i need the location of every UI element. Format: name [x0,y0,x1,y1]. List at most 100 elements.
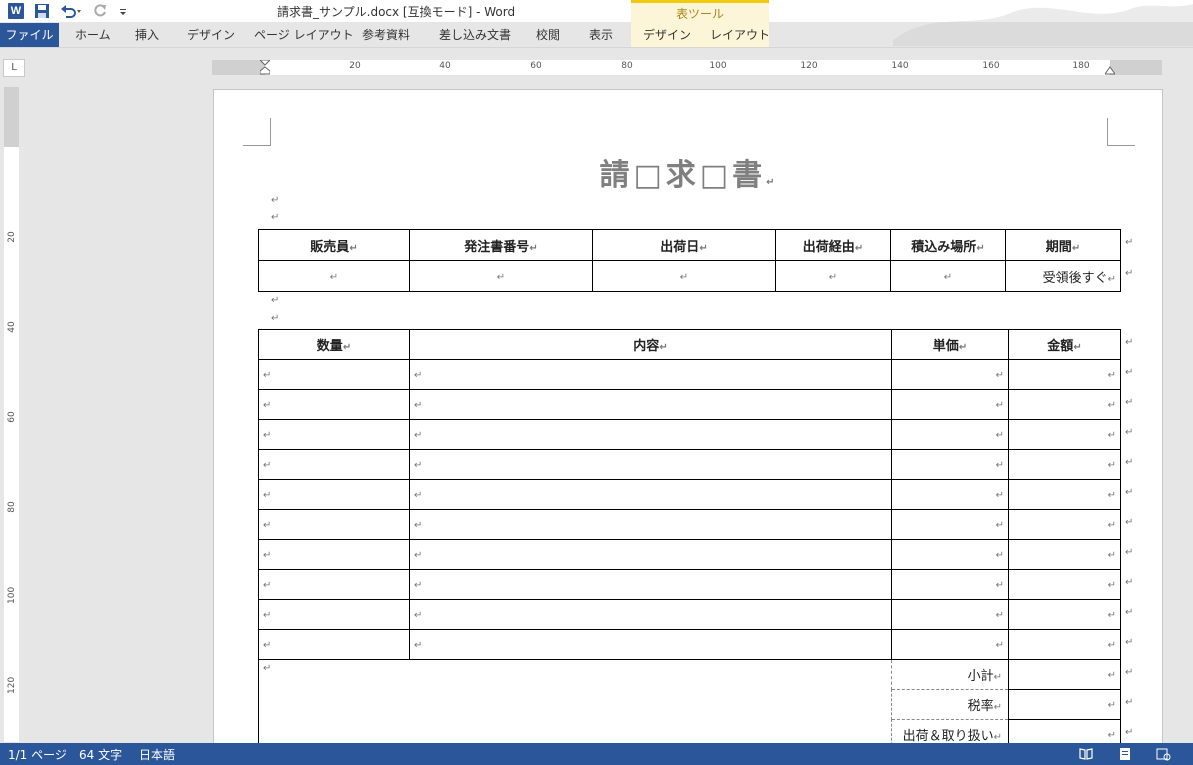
tab-insert[interactable]: 挿入 [135,23,159,48]
tab-review[interactable]: 校閲 [536,23,560,48]
description-cell[interactable]: ↵ [409,539,892,570]
description-cell[interactable]: ↵ [409,629,892,660]
undo-icon[interactable] [60,3,82,19]
table-cell[interactable]: ↵ [409,260,593,292]
row-end-mark: ↵ [1125,397,1134,408]
tab-references[interactable]: 参考資料 [362,23,410,48]
tab-table-layout[interactable]: レイアウト [710,23,770,48]
tab-selector[interactable]: L [3,59,25,77]
totals-label[interactable]: 小計↵ [891,659,1009,690]
quantity-cell[interactable]: ↵ [258,419,410,450]
quantity-cell[interactable]: ↵ [258,389,410,420]
tab-table-design[interactable]: デザイン [643,23,691,48]
language[interactable]: 日本語 [139,746,175,763]
header-cell[interactable]: 販売員↵ [258,229,410,261]
web-layout-icon[interactable] [1155,746,1171,762]
description-cell[interactable]: ↵ [409,599,892,630]
indent-marker-icon[interactable] [260,60,270,75]
description-cell[interactable]: ↵ [409,419,892,450]
status-bar: 1/1 ページ 64 文字 日本語 [0,743,1193,765]
unit-price-cell[interactable]: ↵ [891,479,1009,510]
amount-cell[interactable]: ↵ [1008,629,1121,660]
quick-access-toolbar: W [8,1,128,21]
unit-price-cell[interactable]: ↵ [891,599,1009,630]
unit-price-cell[interactable]: ↵ [891,389,1009,420]
tab-view[interactable]: 表示 [589,23,613,48]
print-layout-icon[interactable] [1117,746,1133,762]
unit-price-cell[interactable]: ↵ [891,629,1009,660]
amount-cell[interactable]: ↵ [1008,449,1121,480]
horizontal-ruler[interactable]: 20 40 60 80 100 120 140 160 180 [212,60,1162,75]
ruler-tick-label: 20 [349,61,361,71]
amount-cell[interactable]: ↵ [1008,599,1121,630]
save-icon[interactable] [34,3,50,19]
unit-price-cell[interactable]: ↵ [891,539,1009,570]
description-cell[interactable]: ↵ [409,359,892,390]
vertical-ruler[interactable]: 20 40 60 80 100 120 [4,87,19,742]
ribbon-divider [0,47,1193,48]
amount-cell[interactable]: ↵ [1008,479,1121,510]
tab-mailings[interactable]: 差し込み文書 [439,23,511,48]
quantity-cell[interactable]: ↵ [258,509,410,540]
page-count[interactable]: 1/1 ページ [8,746,67,763]
amount-cell[interactable]: ↵ [1008,539,1121,570]
unit-price-cell[interactable]: ↵ [891,569,1009,600]
description-cell[interactable]: ↵ [409,389,892,420]
quantity-cell[interactable]: ↵ [258,479,410,510]
table-cell[interactable]: ↵ [890,260,1006,292]
table-cell[interactable]: 受領後すぐ↵ [1005,260,1121,292]
header-cell[interactable]: 数量↵ [258,329,410,360]
table-row: ↵ ↵ ↵ ↵ [258,599,1121,630]
table-cell[interactable]: ↵ [258,260,410,292]
quantity-cell[interactable]: ↵ [258,359,410,390]
tab-design[interactable]: デザイン [187,23,235,48]
amount-cell[interactable]: ↵ [1008,509,1121,540]
header-cell[interactable]: 発注書番号↵ [409,229,593,261]
description-cell[interactable]: ↵ [409,479,892,510]
header-cell[interactable]: 出荷日↵ [592,229,776,261]
word-count[interactable]: 64 文字 [79,746,122,763]
unit-price-cell[interactable]: ↵ [891,449,1009,480]
quantity-cell[interactable]: ↵ [258,599,410,630]
description-cell[interactable]: ↵ [409,509,892,540]
description-cell[interactable]: ↵ [409,569,892,600]
amount-cell[interactable]: ↵ [1008,419,1121,450]
header-cell[interactable]: 期間↵ [1005,229,1121,261]
header-cell[interactable]: 出荷経由↵ [775,229,891,261]
tab-file[interactable]: ファイル [0,23,59,48]
read-mode-icon[interactable] [1078,746,1094,762]
totals-value[interactable]: ↵ [1008,689,1121,720]
description-cell[interactable]: ↵ [409,449,892,480]
redo-icon[interactable] [92,3,108,19]
unit-price-cell[interactable]: ↵ [891,359,1009,390]
unit-price-cell[interactable]: ↵ [891,419,1009,450]
invoice-heading[interactable]: 請□求□書↵ [214,150,1162,194]
row-end-mark: ↵ [1125,607,1134,618]
quantity-cell[interactable]: ↵ [258,569,410,600]
amount-cell[interactable]: ↵ [1008,569,1121,600]
table-cell[interactable]: ↵ [775,260,891,292]
ruler-tick-label: 120 [800,61,818,71]
tab-home[interactable]: ホーム [75,23,111,48]
right-indent-marker-icon[interactable] [1105,66,1115,75]
header-cell[interactable]: 内容↵ [409,329,892,360]
totals-value[interactable]: ↵ [1008,659,1121,690]
tab-page-layout[interactable]: ページ レイアウト [254,23,354,48]
customize-icon[interactable] [118,3,128,19]
notes-cell[interactable]: ↵ [258,659,892,748]
header-cell[interactable]: 金額↵ [1008,329,1121,360]
quantity-cell[interactable]: ↵ [258,539,410,570]
ruler-tick-label: 180 [1072,61,1090,71]
header-cell[interactable]: 単価↵ [891,329,1009,360]
paragraph-mark: ↵ [271,313,280,324]
header-cell[interactable]: 積込み場所↵ [890,229,1006,261]
quantity-cell[interactable]: ↵ [258,629,410,660]
word-logo-icon[interactable]: W [8,3,24,19]
unit-price-cell[interactable]: ↵ [891,509,1009,540]
amount-cell[interactable]: ↵ [1008,389,1121,420]
table-cell[interactable]: ↵ [592,260,776,292]
amount-cell[interactable]: ↵ [1008,359,1121,390]
document-page[interactable]: 請□求□書↵ ↵ ↵ 販売員↵ 発注書番号↵ 出荷日↵ 出荷経由↵ 積込み場所↵… [213,89,1163,749]
quantity-cell[interactable]: ↵ [258,449,410,480]
totals-label[interactable]: 税率↵ [891,689,1009,720]
